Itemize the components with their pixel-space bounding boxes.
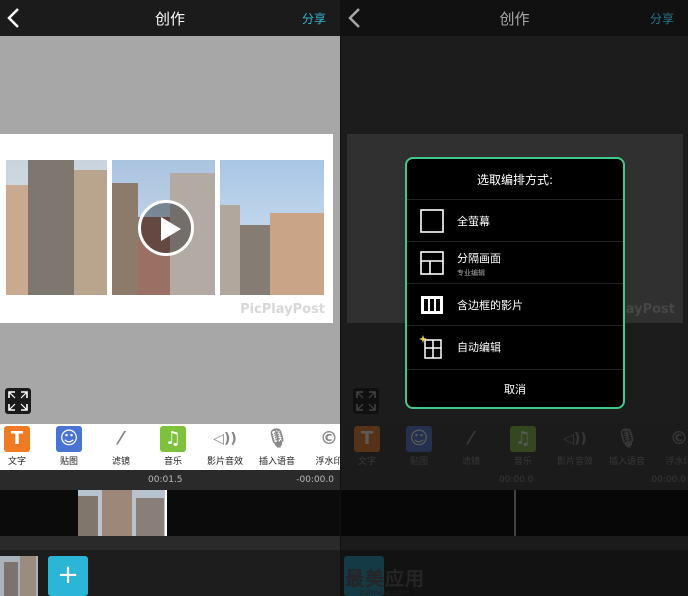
text-icon: T bbox=[4, 426, 30, 452]
speaker-icon: ◁)) bbox=[213, 431, 237, 447]
tool-filter[interactable]: ⁄ 滤镜 bbox=[95, 426, 147, 467]
tool-music[interactable]: ♫ 音乐 bbox=[147, 426, 199, 467]
timeline: 00:01.5 -00:00.0 bbox=[0, 470, 340, 550]
tool-watermark[interactable]: © 浮水印 bbox=[303, 426, 340, 467]
auto-edit-icon bbox=[419, 335, 442, 359]
page-title: 创作 bbox=[154, 10, 185, 28]
preview-canvas: PicPlayPost bbox=[0, 36, 340, 424]
option-auto-edit[interactable]: 自动编辑 bbox=[407, 325, 623, 367]
fullscreen-layout-icon bbox=[420, 209, 444, 233]
editor-screen: 创作 分享 PicPlayPost T 文字 ☺ 贴图 ⁄ 滤镜 ♫ 音乐 ◁)… bbox=[0, 0, 340, 596]
collage-frame[interactable]: PicPlayPost bbox=[0, 134, 333, 323]
remaining-time: -00:00.0 bbox=[296, 475, 334, 485]
watermark-text: PicPlayPost bbox=[240, 302, 325, 317]
split-layout-icon bbox=[420, 251, 444, 275]
video-clip[interactable] bbox=[78, 490, 166, 536]
timeline-track[interactable] bbox=[0, 490, 340, 536]
layout-dialog: 选取编排方式: 全萤幕 分隔画面 专业编辑 含边框的影片 自动编辑 取消 bbox=[405, 157, 625, 409]
dialog-title: 选取编排方式: bbox=[476, 173, 554, 187]
option-split-screen[interactable]: 分隔画面 专业编辑 bbox=[407, 241, 623, 283]
tool-sticker[interactable]: ☺ 贴图 bbox=[43, 426, 95, 467]
playhead[interactable] bbox=[165, 490, 167, 536]
add-media-button[interactable]: + bbox=[48, 556, 88, 596]
share-button[interactable]: 分享 bbox=[302, 10, 326, 27]
edit-toolbar: T 文字 ☺ 贴图 ⁄ 滤镜 ♫ 音乐 ◁)) 影片音效 🎙 插入语音 © 浮水… bbox=[0, 424, 340, 470]
tool-voiceover[interactable]: 🎙 插入语音 bbox=[251, 426, 303, 467]
framed-movie-icon bbox=[421, 296, 443, 314]
sticker-icon: ☺ bbox=[56, 426, 82, 452]
current-time: 00:01.5 bbox=[148, 475, 183, 485]
photo-cell-1[interactable] bbox=[6, 160, 107, 295]
option-fullscreen[interactable]: 全萤幕 bbox=[407, 199, 623, 241]
option-framed-movie[interactable]: 含边框的影片 bbox=[407, 283, 623, 325]
play-button[interactable] bbox=[138, 200, 194, 256]
music-icon: ♫ bbox=[160, 426, 186, 452]
photo-cell-3[interactable] bbox=[220, 160, 324, 295]
copyright-icon: © bbox=[320, 428, 338, 449]
magic-wand-icon: ⁄ bbox=[119, 428, 123, 449]
tool-text[interactable]: T 文字 bbox=[0, 426, 43, 467]
expand-icon[interactable] bbox=[5, 388, 31, 414]
media-tray: + bbox=[0, 550, 340, 596]
cancel-button[interactable]: 取消 bbox=[407, 369, 623, 409]
top-bar: 创作 分享 bbox=[0, 0, 340, 36]
tool-sound-effect[interactable]: ◁)) 影片音效 bbox=[199, 426, 251, 467]
media-thumbnail[interactable] bbox=[0, 556, 38, 596]
microphone-icon: 🎙 bbox=[265, 428, 289, 449]
layout-picker-screen: 创作 分享 PicPlayPost T 文字 ☺ 贴图 ⁄ 滤镜 ♫ 音乐 ◁)… bbox=[341, 0, 688, 596]
